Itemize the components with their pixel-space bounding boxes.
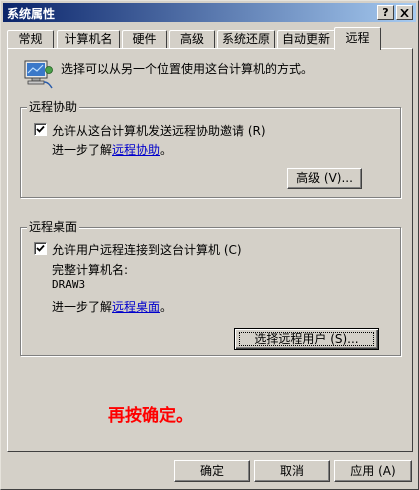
instruction-annotation: 再按确定。 (108, 406, 193, 426)
focus-ring (239, 332, 374, 346)
tab-remote[interactable]: 远程 (334, 27, 381, 50)
tab-system-restore[interactable]: 系统还原 (217, 30, 275, 49)
learn-more-suffix: 。 (160, 300, 173, 314)
remote-desktop-checkbox[interactable] (34, 242, 47, 255)
remote-assistance-title: 远程协助 (27, 100, 80, 114)
remote-assistance-group: 远程协助 允许从这台计算机发送远程协助邀请 (R) 进一步了解远程协助。 高级 … (20, 100, 401, 198)
network-computer-icon (24, 60, 53, 89)
apply-button[interactable]: 应用 (A) (334, 460, 412, 482)
remote-assistance-link[interactable]: 远程协助 (112, 143, 160, 157)
remote-desktop-checkbox-label[interactable]: 允许用户远程连接到这台计算机 (C) (52, 241, 242, 258)
window-title: 系统属性 (7, 7, 56, 21)
full-computer-name-value: DRAW3 (52, 278, 86, 291)
tab-hardware[interactable]: 硬件 (122, 30, 167, 49)
tab-general[interactable]: 常规 (7, 30, 54, 49)
cancel-button[interactable]: 取消 (254, 460, 330, 482)
tab-automatic-updates[interactable]: 自动更新 (277, 30, 335, 49)
full-computer-name-label: 完整计算机名: (52, 263, 129, 277)
close-icon (400, 8, 409, 18)
remote-assistance-checkbox[interactable] (34, 123, 47, 136)
close-button[interactable] (396, 5, 413, 20)
remote-desktop-link[interactable]: 远程桌面 (112, 300, 160, 314)
tab-computer-name[interactable]: 计算机名 (57, 30, 120, 49)
title-bar[interactable]: 系统属性 ? (3, 3, 416, 22)
learn-more-prefix: 进一步了解 (52, 300, 113, 314)
remote-assistance-learn-more: 进一步了解远程协助。 (52, 141, 172, 158)
help-button[interactable]: ? (377, 5, 394, 20)
tab-advanced[interactable]: 高级 (169, 30, 215, 49)
remote-desktop-group: 远程桌面 允许用户远程连接到这台计算机 (C) 完整计算机名: DRAW3 进一… (20, 220, 401, 356)
remote-assistance-checkbox-label[interactable]: 允许从这台计算机发送远程协助邀请 (R) (52, 122, 266, 139)
learn-more-prefix: 进一步了解 (52, 143, 113, 157)
checkmark-icon (36, 125, 45, 133)
intro-text: 选择可以从另一个位置使用这台计算机的方式。 (61, 62, 314, 76)
learn-more-suffix: 。 (160, 143, 173, 157)
remote-tab-panel: 选择可以从另一个位置使用这台计算机的方式。 远程协助 允许从这台计算机发送远程协… (7, 48, 413, 452)
checkmark-icon (36, 244, 45, 252)
remote-desktop-learn-more: 进一步了解远程桌面。 (52, 298, 172, 315)
advanced-button[interactable]: 高级 (V)... (287, 168, 362, 189)
remote-desktop-title: 远程桌面 (27, 220, 80, 234)
system-properties-window: 系统属性 ? 常规 计算机名 硬件 高级 系统还原 自动更新 远程 选择可以从另… (0, 0, 419, 490)
ok-button[interactable]: 确定 (174, 460, 250, 482)
select-remote-users-button[interactable]: 选择远程用户 (S)... (234, 328, 379, 350)
